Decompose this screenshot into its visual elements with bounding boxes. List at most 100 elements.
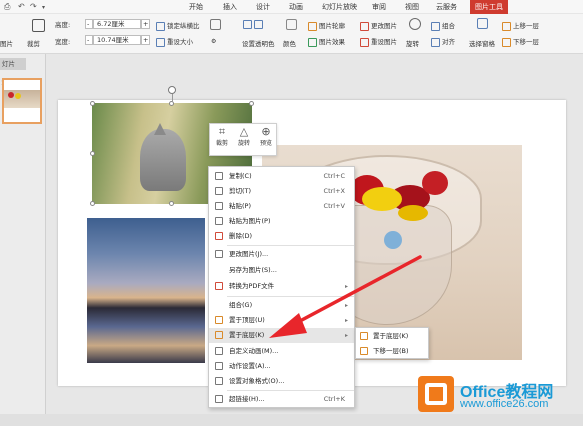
mini-crop-button[interactable]: ⌗ 裁剪 [211, 125, 233, 147]
redo-icon[interactable]: ↷ [30, 2, 37, 11]
picture-effect-label: 图片效果 [319, 38, 345, 46]
sunset-picture[interactable] [87, 218, 205, 363]
group-label: 组合 [442, 22, 455, 30]
send-backward-icon [502, 37, 511, 47]
selection-pane-button[interactable]: 选择窗格 [469, 38, 495, 48]
mini-rotate-label: 旋转 [237, 140, 250, 147]
tool-icons[interactable] [243, 20, 265, 29]
slide-thumbnail[interactable] [2, 78, 42, 124]
resize-handle[interactable] [249, 101, 254, 106]
rotate-handle-icon[interactable] [168, 86, 176, 94]
submenu-item-send-backward[interactable]: 下移一层(B) [356, 344, 428, 359]
effect-icon [308, 37, 317, 47]
slides-tab[interactable]: 灯片 [0, 58, 26, 70]
width-label: 宽度: [55, 38, 71, 46]
link-icon [215, 395, 223, 403]
settings-small-icon[interactable]: ⚙ [211, 38, 216, 45]
menu-item-hyperlink[interactable]: 超链接(H)... Ctrl+K [209, 392, 354, 407]
tab-insert[interactable]: 插入 [223, 2, 237, 12]
height-minus-button[interactable]: - [85, 19, 93, 29]
picture-outline-label: 图片轮廓 [319, 22, 345, 30]
crop-button[interactable]: 裁剪 [27, 38, 40, 48]
reset-picture-icon [360, 37, 369, 47]
bring-forward-button[interactable]: 上移一层 [502, 20, 539, 31]
width-plus-button[interactable]: + [141, 35, 150, 45]
menu-item-format-object[interactable]: 设置对象格式(O)... [209, 374, 354, 389]
menu-shortcut: Ctrl+C [323, 172, 345, 180]
color-button[interactable]: 颜色 [283, 38, 296, 48]
crop-icon: ⌗ [218, 125, 226, 138]
status-bar [0, 414, 583, 426]
menu-item-label: 复制(C) [229, 172, 252, 180]
bring-to-front-icon [215, 316, 223, 324]
menu-item-paste[interactable]: 粘贴(P) Ctrl+V [209, 199, 354, 214]
menu-item-copy[interactable]: 复制(C) Ctrl+C [209, 169, 354, 184]
mini-preview-label: 预览 [259, 140, 272, 147]
outline-icon [308, 21, 317, 31]
zoom-icon: ⊕ [261, 125, 271, 138]
width-minus-button[interactable]: - [85, 35, 93, 45]
align-label: 对齐 [442, 38, 455, 46]
reset-size-label: 重设大小 [167, 38, 193, 46]
color-icon [286, 19, 297, 30]
resize-handle[interactable] [90, 201, 95, 206]
selection-pane-icon [477, 18, 488, 29]
tab-slideshow[interactable]: 幻灯片放映 [322, 2, 357, 12]
menu-item-label: 粘贴为图片(P) [229, 217, 271, 225]
tab-cloud[interactable]: 云服务 [436, 2, 457, 12]
cat-ear [154, 123, 166, 135]
tab-view[interactable]: 视图 [405, 2, 419, 12]
resize-handle[interactable] [90, 151, 95, 156]
menu-item-action-settings[interactable]: 动作设置(A)... [209, 359, 354, 374]
mini-toolbar: ⌗ 裁剪 △ 旋转 ⊕ 预览 [209, 123, 277, 156]
menu-item-cut[interactable]: 剪切(T) Ctrl+X [209, 184, 354, 199]
format-icon [215, 377, 223, 385]
rotate-icon: △ [239, 125, 249, 138]
menu-item-delete[interactable]: 删除(D) [209, 229, 354, 244]
change-picture-icon [360, 21, 369, 31]
undo-icon[interactable]: ↶ [18, 2, 25, 11]
mini-preview-button[interactable]: ⊕ 预览 [255, 125, 277, 147]
tab-animation[interactable]: 动画 [289, 2, 303, 12]
menu-item-paste-as-picture[interactable]: 粘贴为图片(P) [209, 214, 354, 229]
tab-design[interactable]: 设计 [256, 2, 270, 12]
print-icon[interactable]: ⎙ [4, 2, 10, 12]
menu-item-custom-animation[interactable]: 自定义动画(M)... [209, 344, 354, 359]
rotate-button[interactable]: 旋转 [406, 38, 419, 48]
set-transparent-button[interactable]: 设置透明色 [242, 38, 275, 48]
brightness-icon [243, 20, 252, 29]
menu-shortcut: Ctrl+X [323, 187, 345, 195]
lock-ratio-checkbox[interactable]: 锁定纵横比 [156, 20, 200, 31]
width-input[interactable]: 10.74厘米 [93, 35, 141, 45]
reset-size-icon [156, 37, 165, 47]
tab-home[interactable]: 开始 [189, 2, 203, 12]
height-input[interactable]: 6.72厘米 [93, 19, 141, 29]
send-backward-button[interactable]: 下移一层 [502, 36, 539, 47]
change-picture-button[interactable]: 更改图片 [360, 20, 397, 31]
picture-settings-icon [210, 19, 221, 30]
reset-size-button[interactable]: 重设大小 [156, 36, 193, 47]
align-button[interactable]: 对齐 [431, 36, 455, 47]
group-button[interactable]: 组合 [431, 20, 455, 31]
tab-picture-tools[interactable]: 图片工具 [470, 0, 508, 14]
menu-shortcut: Ctrl+V [323, 202, 345, 210]
bring-forward-icon [502, 21, 511, 31]
tab-review[interactable]: 审阅 [372, 2, 386, 12]
paste-icon [215, 202, 223, 210]
mini-rotate-button[interactable]: △ 旋转 [233, 125, 255, 147]
height-plus-button[interactable]: + [141, 19, 150, 29]
picture-effect-button[interactable]: 图片效果 [308, 36, 345, 47]
paste-picture-icon [215, 217, 223, 225]
change-picture-label: 更改图片 [371, 22, 397, 30]
group-icon [431, 21, 440, 31]
dropdown-icon[interactable]: ▾ [42, 4, 45, 11]
resize-handle[interactable] [90, 101, 95, 106]
picture-outline-button[interactable]: 图片轮廓 [308, 20, 345, 31]
send-to-back-icon [215, 331, 223, 339]
reset-picture-button[interactable]: 重设图片 [360, 36, 397, 47]
change-picture-icon [215, 250, 223, 258]
copy-icon [215, 172, 223, 180]
resize-handle[interactable] [169, 201, 174, 206]
menu-separator [227, 245, 354, 246]
insert-picture-button[interactable]: 图片 [0, 38, 13, 48]
